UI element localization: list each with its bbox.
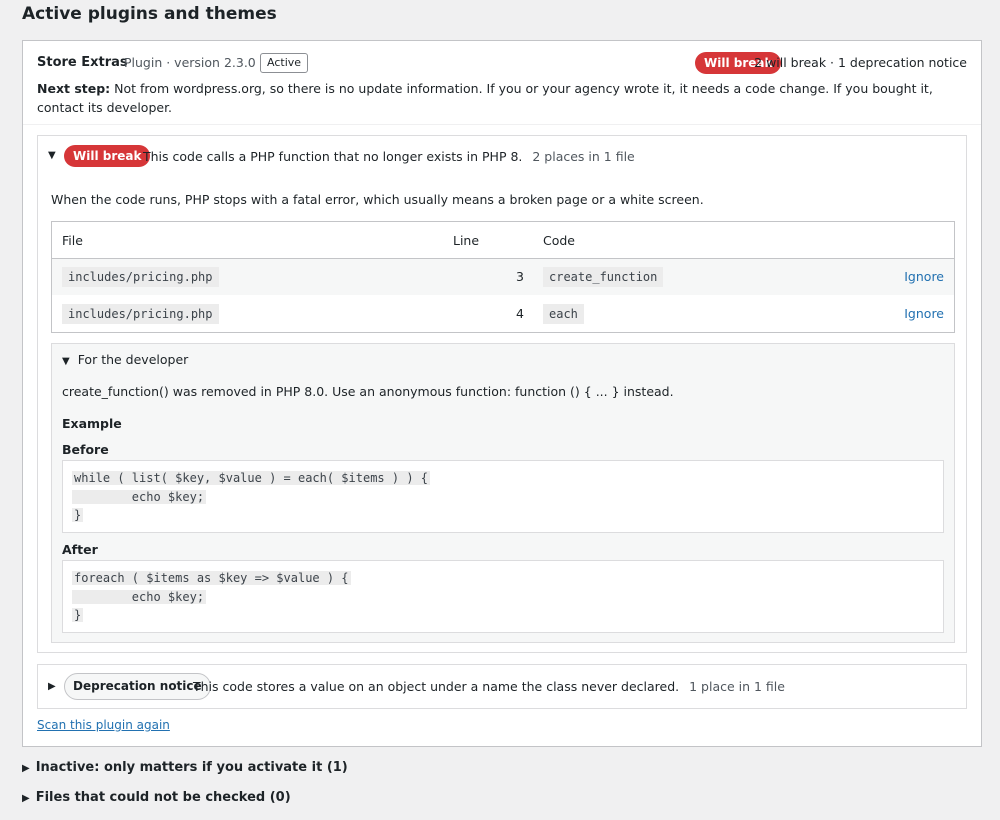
finding-description: This code calls a PHP function that no l… xyxy=(143,149,523,164)
code-symbol: each xyxy=(543,304,584,324)
developer-toggle-label: For the developer xyxy=(77,352,189,367)
code-line: } xyxy=(72,608,84,622)
example-label: Example xyxy=(62,416,122,431)
deprecation-places: 1 place in 1 file xyxy=(689,679,785,694)
deprecation-pill[interactable]: Deprecation notice xyxy=(64,673,211,700)
unchecked-section-toggle[interactable]: ▶ Files that could not be checked (0) xyxy=(22,790,291,805)
plugin-meta: Plugin · version 2.3.0 xyxy=(124,55,256,70)
code-line: while ( list( $key, $value ) = each( $it… xyxy=(72,471,431,485)
code-symbol: create_function xyxy=(543,267,664,287)
column-header-file: File xyxy=(62,233,83,248)
triangle-right-icon: ▶ xyxy=(22,763,30,774)
table-row: includes/pricing.php 4 each Ignore xyxy=(52,296,954,332)
before-label: Before xyxy=(62,442,109,457)
inactive-section-toggle[interactable]: ▶ Inactive: only matters if you activate … xyxy=(22,760,348,775)
triangle-right-icon[interactable]: ▶ xyxy=(48,681,56,692)
table-row: includes/pricing.php 3 create_function I… xyxy=(52,259,954,295)
next-step-label: Next step: xyxy=(37,81,111,96)
code-line: } xyxy=(72,508,84,522)
after-code-block: foreach ( $items as $key => $value ) { e… xyxy=(62,560,944,633)
occurrences-table: File Line Code includes/pricing.php 3 cr… xyxy=(51,221,955,333)
plugin-name: Store Extras xyxy=(37,55,128,70)
triangle-down-icon[interactable]: ▼ xyxy=(48,150,56,161)
developer-toggle[interactable]: ▼ For the developer xyxy=(62,352,188,367)
column-header-code: Code xyxy=(543,233,576,248)
finding-impact: When the code runs, PHP stops with a fat… xyxy=(51,192,704,207)
before-code-block: while ( list( $key, $value ) = each( $it… xyxy=(62,460,944,533)
status-badge: Active xyxy=(260,53,309,73)
code-line: echo $key; xyxy=(72,589,207,604)
plugin-card: Store Extras Plugin · version 2.3.0 Acti… xyxy=(22,40,982,747)
next-step-text: Not from wordpress.org, so there is no u… xyxy=(37,81,933,115)
table-header: File Line Code xyxy=(52,222,954,259)
finding-summary: This code calls a PHP function that no l… xyxy=(143,149,635,164)
file-path: includes/pricing.php xyxy=(62,304,219,324)
unchecked-section-label: Files that could not be checked (0) xyxy=(35,790,291,805)
deprecation-summary: This code stores a value on an object un… xyxy=(193,679,785,694)
after-label: After xyxy=(62,542,98,557)
plugin-header: Store Extras Plugin · version 2.3.0 Acti… xyxy=(23,41,981,125)
file-path: includes/pricing.php xyxy=(62,267,219,287)
code-line: foreach ( $items as $key => $value ) { xyxy=(72,571,351,585)
developer-explanation: create_function() was removed in PHP 8.0… xyxy=(62,384,674,399)
ignore-link[interactable]: Ignore xyxy=(904,269,944,284)
deprecation-description: This code stores a value on an object un… xyxy=(193,679,680,694)
code-line: echo $key; xyxy=(72,489,207,504)
line-number: 3 xyxy=(516,269,524,284)
finding-deprecation: ▶ Deprecation notice This code stores a … xyxy=(37,664,967,709)
line-number: 4 xyxy=(516,306,524,321)
developer-details: ▼ For the developer create_function() wa… xyxy=(51,343,955,643)
inactive-section-label: Inactive: only matters if you activate i… xyxy=(35,760,348,775)
finding-severity-pill[interactable]: Will break xyxy=(64,145,151,167)
page-title: Active plugins and themes xyxy=(22,4,277,24)
ignore-link[interactable]: Ignore xyxy=(904,306,944,321)
finding-places: 2 places in 1 file xyxy=(532,149,635,164)
issue-counts: 2 will break · 1 deprecation notice xyxy=(754,55,967,70)
triangle-right-icon: ▶ xyxy=(22,793,30,804)
triangle-down-icon: ▼ xyxy=(62,356,70,367)
rescan-plugin-link[interactable]: Scan this plugin again xyxy=(37,718,170,732)
next-step: Next step: Not from wordpress.org, so th… xyxy=(37,79,957,117)
column-header-line: Line xyxy=(453,233,480,248)
finding-will-break: ▼ Will break This code calls a PHP funct… xyxy=(37,135,967,653)
